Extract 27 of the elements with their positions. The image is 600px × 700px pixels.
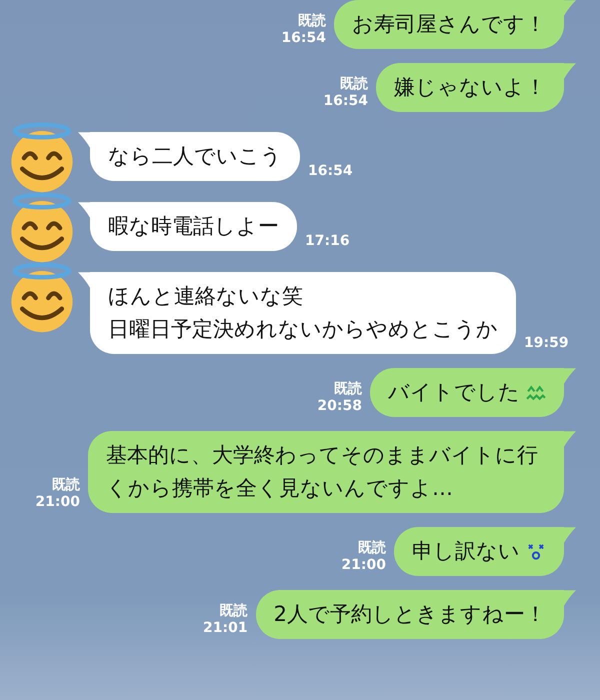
message-time: 16:54	[308, 163, 353, 180]
dizzy-face-icon	[526, 544, 546, 560]
message-time: 21:01	[203, 620, 248, 637]
message-time: 21:00	[341, 557, 386, 574]
read-receipt: 既読	[334, 381, 362, 398]
message-time: 16:54	[281, 30, 326, 47]
message-text: なら二人でいこう	[108, 143, 282, 170]
read-receipt: 既読	[298, 13, 326, 30]
read-receipt: 既読	[52, 477, 80, 494]
message-time: 20:58	[317, 398, 362, 415]
message-text: 2人で予約しときますねー！	[274, 601, 546, 628]
read-receipt: 既読	[358, 540, 386, 557]
message-text: 基本的に、大学終わってそのままバイトに行くから携帯を全く見ないんですよ…	[106, 442, 539, 502]
read-receipt: 既読	[220, 603, 248, 620]
message-text: ほんと連絡ないな笑	[108, 283, 304, 310]
read-receipt: 既読	[340, 76, 368, 93]
message-text: 申し訳ない	[412, 538, 520, 565]
message-text: バイトでした	[388, 379, 520, 406]
message-text: 暇な時電話しよー	[108, 213, 279, 240]
wavy-face-icon	[526, 384, 546, 400]
message-text: 嫌じゃないよ！	[394, 74, 546, 101]
message-text: お寿司屋さんです！	[352, 11, 546, 38]
message-time: 21:00	[35, 494, 80, 511]
message-time: 17:16	[305, 233, 350, 250]
message-time: 16:54	[323, 93, 368, 110]
message-time: 19:59	[524, 335, 569, 352]
message-text: 日曜日予定決めれないからやめとこうか	[108, 316, 498, 343]
